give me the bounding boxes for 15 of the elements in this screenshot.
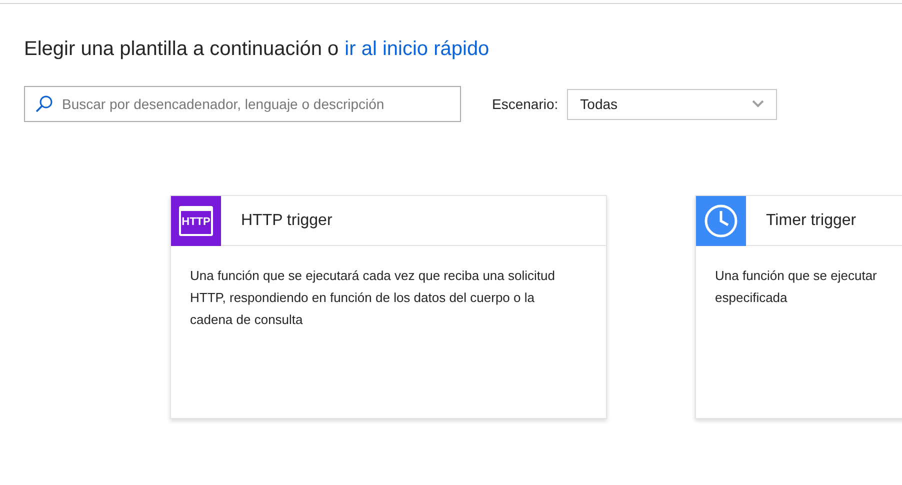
http-badge-icon: HTTP — [179, 206, 213, 236]
template-card[interactable]: Timer trigger Una función que se ejecutar especificada — [695, 195, 902, 419]
template-card[interactable]: HTTP HTTP trigger Una función que se ejecutará cada vez que reciba una solicitud HTTP, respondiendo en función de los datos del cuerpo o la cadena de consulta — [170, 195, 607, 419]
scenario-label: Escenario: — [492, 94, 558, 114]
page-heading: Elegir una plantilla a continuación o — [24, 37, 339, 62]
template-title: Timer trigger — [766, 210, 856, 230]
template-description: Una función que se ejecutará cada vez que reciba una solicitud HTTP, respondiendo en función de los datos del cuerpo o la cadena de consulta — [190, 267, 556, 329]
template-description: Una función que se ejecutar especificada — [715, 267, 878, 307]
template-title: HTTP trigger — [241, 210, 332, 230]
clock-icon — [704, 204, 738, 238]
scenario-dropdown[interactable]: Todas — [567, 88, 778, 120]
quick-start-link[interactable]: ir al inicio rápido — [344, 34, 490, 64]
search-icon — [35, 95, 53, 113]
search-field[interactable]: Buscar por desencadenador, lenguaje o descripción — [24, 86, 461, 122]
chevron-down-icon — [752, 100, 764, 108]
